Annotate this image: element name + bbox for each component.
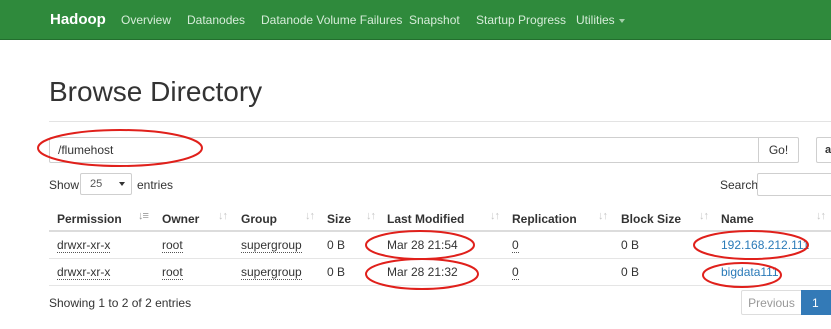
sort-icon: ↓↑ — [366, 210, 376, 222]
column-header-size[interactable]: Size — [327, 212, 351, 226]
column-header-permission[interactable]: Permission — [57, 212, 122, 226]
group-cell[interactable]: supergroup — [241, 238, 302, 253]
block-size-cell: 0 B — [621, 265, 640, 279]
previous-page-button[interactable]: Previous — [741, 290, 802, 315]
page-1-button[interactable]: 1 — [801, 290, 831, 315]
column-header-owner[interactable]: Owner — [162, 212, 199, 226]
permission-cell[interactable]: drwxr-xr-x — [57, 238, 111, 253]
last-modified-cell: Mar 28 21:32 — [387, 265, 458, 279]
nav-datanode-volume-failures[interactable]: Datanode Volume Failures — [261, 0, 402, 40]
replication-cell[interactable]: 0 — [512, 238, 519, 253]
table-header-divider — [49, 230, 831, 232]
name-link[interactable]: bigdata111 — [721, 265, 779, 279]
column-header-block-size[interactable]: Block Size — [621, 212, 681, 226]
row-divider — [49, 285, 831, 286]
page-title: Browse Directory — [49, 76, 263, 107]
search-label: Search: — [720, 178, 762, 192]
owner-cell[interactable]: root — [162, 238, 183, 253]
last-modified-cell: Mar 28 21:54 — [387, 238, 458, 252]
column-header-replication[interactable]: Replication — [512, 212, 577, 226]
nav-utilities-label: Utilities — [576, 13, 615, 27]
top-navbar: Hadoop Overview Datanodes Datanode Volum… — [0, 0, 831, 40]
entries-info: Showing 1 to 2 of 2 entries — [49, 296, 192, 310]
size-cell: 0 B — [327, 238, 346, 252]
entries-label: entries — [137, 178, 174, 192]
search-input[interactable] — [757, 173, 831, 196]
block-size-cell: 0 B — [621, 238, 640, 252]
directory-path-input[interactable] — [49, 137, 759, 163]
sort-icon: ↓↑ — [598, 210, 608, 222]
name-link[interactable]: 192.168.212.111 — [721, 238, 809, 252]
entries-per-page-value: 25 — [90, 178, 103, 190]
nav-startup-progress[interactable]: Startup Progress — [476, 0, 566, 40]
entries-per-page-select[interactable]: 25 — [80, 173, 132, 195]
sort-icon: ↓↑ — [699, 210, 709, 222]
show-label: Show — [49, 178, 80, 192]
nav-datanodes[interactable]: Datanodes — [187, 0, 245, 40]
row-divider — [49, 258, 831, 259]
column-header-group[interactable]: Group — [241, 212, 277, 226]
extra-button[interactable]: a — [816, 137, 831, 163]
go-button[interactable]: Go! — [758, 137, 799, 163]
owner-cell[interactable]: root — [162, 265, 183, 280]
sort-asc-icon: ↓≡ — [138, 210, 149, 222]
nav-utilities[interactable]: Utilities — [576, 0, 625, 40]
column-header-last-modified[interactable]: Last Modified — [387, 212, 464, 226]
sort-icon: ↓↑ — [490, 210, 500, 222]
title-divider — [49, 121, 831, 122]
sort-icon: ↓↑ — [816, 210, 826, 222]
chevron-down-icon — [618, 18, 625, 23]
permission-cell[interactable]: drwxr-xr-x — [57, 265, 111, 280]
nav-overview[interactable]: Overview — [121, 0, 171, 40]
group-cell[interactable]: supergroup — [241, 265, 302, 280]
brand-logo[interactable]: Hadoop — [50, 0, 106, 40]
replication-cell[interactable]: 0 — [512, 265, 519, 280]
sort-icon: ↓↑ — [218, 210, 228, 222]
sort-icon: ↓↑ — [305, 210, 315, 222]
column-header-name[interactable]: Name — [721, 212, 754, 226]
annotation-overlay — [37, 129, 809, 290]
size-cell: 0 B — [327, 265, 346, 279]
chevron-down-icon — [119, 182, 125, 186]
nav-snapshot[interactable]: Snapshot — [409, 0, 460, 40]
